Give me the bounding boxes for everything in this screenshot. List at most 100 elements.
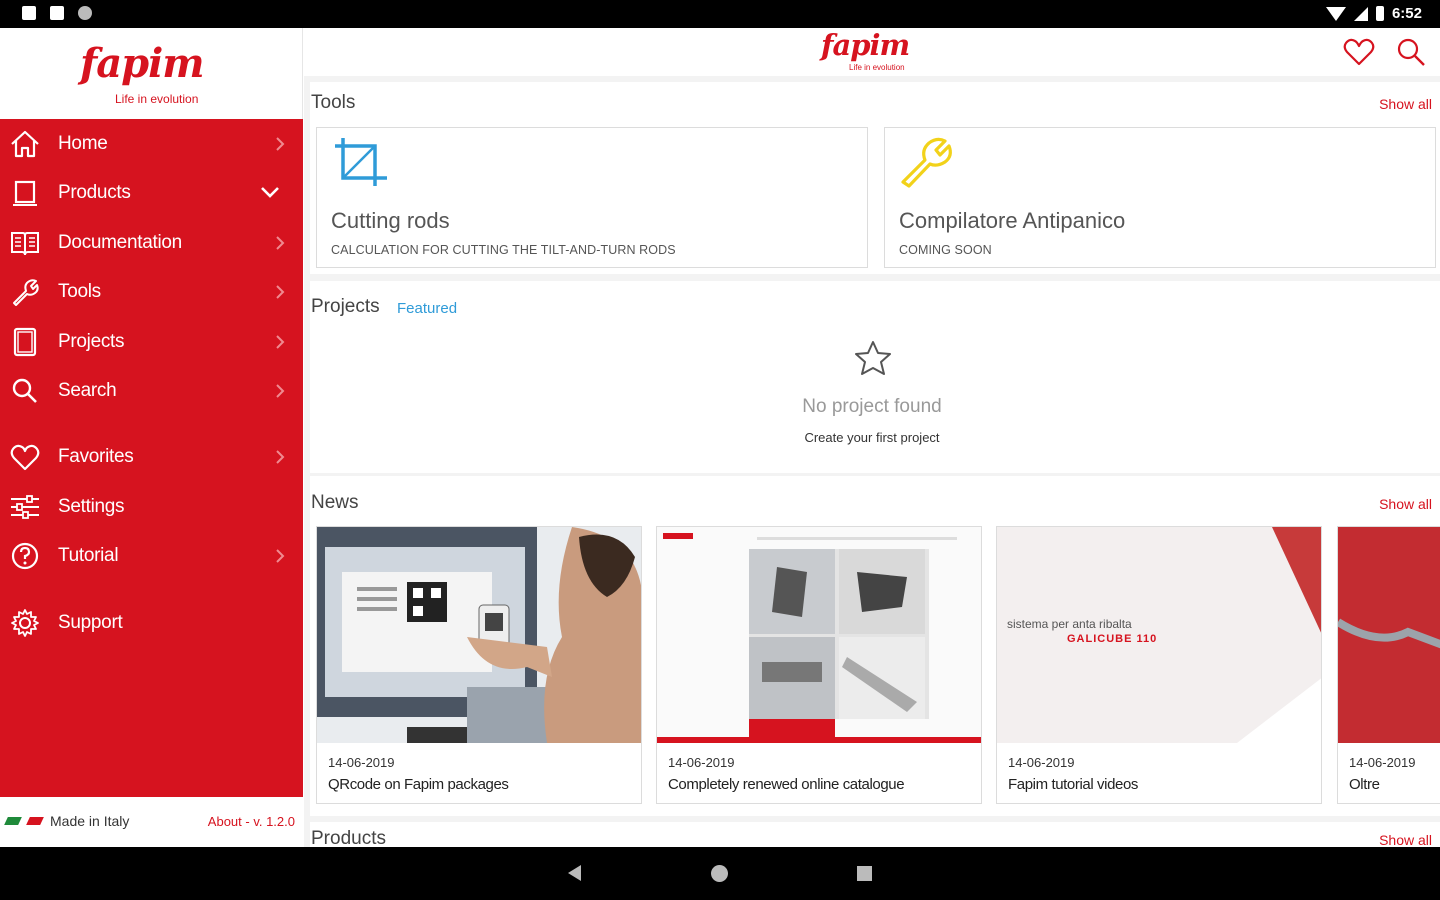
sidebar-item-label: Search xyxy=(58,380,117,401)
heart-icon xyxy=(10,444,40,471)
header-logo: fapim xyxy=(821,28,910,62)
tool-card-subtitle: COMING SOON xyxy=(899,243,992,257)
header-tagline: Life in evolution xyxy=(849,63,905,72)
news-section: News Show all 14-06-2019 QRcode on Fapim… xyxy=(310,476,1440,816)
italy-flag-red-icon xyxy=(26,817,44,825)
sidebar-item-search[interactable]: Search xyxy=(0,368,303,414)
sidebar-item-label: Tutorial xyxy=(58,545,119,566)
news-title: News xyxy=(311,492,359,513)
home-button-icon[interactable] xyxy=(711,865,728,882)
news-photo xyxy=(657,527,981,743)
sidebar-item-label: Documentation xyxy=(58,232,182,253)
top-bar: fapim Life in evolution xyxy=(304,28,1440,76)
favorites-heart-icon[interactable] xyxy=(1342,37,1376,67)
news-show-all[interactable]: Show all xyxy=(1379,496,1432,512)
sidebar-item-settings[interactable]: Settings xyxy=(0,484,303,530)
news-photo xyxy=(317,527,641,743)
wrench-icon xyxy=(901,137,952,188)
wifi-icon xyxy=(1325,6,1346,21)
tool-card-title: Cutting rods xyxy=(331,208,450,233)
news-card-qrcode[interactable]: 14-06-2019 QRcode on Fapim packages xyxy=(316,526,642,804)
sidebar-item-tools[interactable]: Tools xyxy=(0,269,303,315)
app-window: fapim Life in evolution Home Products Do… xyxy=(0,28,1440,847)
recent-apps-icon[interactable] xyxy=(857,866,872,881)
tools-show-all[interactable]: Show all xyxy=(1379,96,1432,112)
search-icon[interactable] xyxy=(1396,37,1426,67)
sidebar-item-label: Support xyxy=(58,612,123,633)
sidebar-item-label: Home xyxy=(58,133,108,154)
news-background xyxy=(997,527,1321,743)
notification-icon xyxy=(22,6,36,20)
news-title: Fapim tutorial videos xyxy=(1008,776,1138,793)
news-image-catalogue xyxy=(657,527,981,743)
empty-projects-title: No project found xyxy=(802,396,942,417)
news-date: 14-06-2019 xyxy=(668,755,735,770)
sidebar-logo: fapim Life in evolution xyxy=(0,28,302,119)
chevron-right-icon xyxy=(276,285,285,299)
sidebar-item-label: Projects xyxy=(58,331,125,352)
chevron-right-icon xyxy=(276,137,285,151)
news-card-catalogue[interactable]: 14-06-2019 Completely renewed online cat… xyxy=(656,526,982,804)
news-image-tutorial-videos: sistema per anta ribalta GALICUBE 110 xyxy=(997,527,1321,743)
chevron-right-icon xyxy=(276,384,285,398)
sidebar-item-support[interactable]: Support xyxy=(0,600,303,646)
made-in-italy: Made in Italy xyxy=(50,813,130,829)
sidebar-item-products[interactable]: Products xyxy=(0,170,303,216)
sidebar-item-tutorial[interactable]: Tutorial xyxy=(0,533,303,579)
news-title: QRcode on Fapim packages xyxy=(328,776,509,793)
main-content: fapim Life in evolution Tools Show all C… xyxy=(304,28,1440,847)
sync-icon xyxy=(78,6,92,20)
create-project-link[interactable]: Create your first project xyxy=(310,430,1434,445)
tool-card-title: Compilatore Antipanico xyxy=(899,208,1126,233)
tool-card-subtitle: CALCULATION FOR CUTTING THE TILT-AND-TUR… xyxy=(331,243,676,257)
brand-logo: fapim xyxy=(80,40,205,87)
about-link[interactable]: About - v. 1.2.0 xyxy=(208,814,295,829)
tools-section: Tools Show all Cutting rods CALCULATION … xyxy=(310,82,1440,274)
back-icon[interactable] xyxy=(568,865,581,881)
products-title: Products xyxy=(311,828,386,847)
projects-icon xyxy=(13,327,37,357)
search-icon xyxy=(12,378,37,403)
news-title: Oltre xyxy=(1349,776,1380,793)
products-show-all[interactable]: Show all xyxy=(1379,832,1432,847)
battery-icon xyxy=(1375,6,1384,21)
wrench-icon xyxy=(13,279,39,306)
sidebar-item-label: Products xyxy=(58,182,131,203)
sidebar-item-home[interactable]: Home xyxy=(0,121,303,167)
news-date: 14-06-2019 xyxy=(1349,755,1416,770)
products-icon xyxy=(13,180,37,206)
news-card-tutorial-videos[interactable]: sistema per anta ribalta GALICUBE 110 14… xyxy=(996,526,1322,804)
news-image-oltre xyxy=(1338,527,1440,743)
chevron-right-icon xyxy=(276,549,285,563)
projects-section: Projects Featured No project found Creat… xyxy=(310,281,1440,473)
news-date: 14-06-2019 xyxy=(328,755,395,770)
tool-card-cutting-rods[interactable]: Cutting rods CALCULATION FOR CUTTING THE… xyxy=(316,127,868,268)
sd-card-icon xyxy=(50,6,64,20)
news-image-qrcode xyxy=(317,527,641,743)
news-title: Completely renewed online catalogue xyxy=(668,776,905,793)
clock: 6:52 xyxy=(1391,5,1422,22)
sidebar-menu: Home Products Documentation Tools Projec… xyxy=(0,119,303,797)
sidebar-item-label: Favorites xyxy=(58,446,134,467)
chevron-right-icon xyxy=(276,335,285,349)
home-icon xyxy=(11,130,39,158)
sidebar: fapim Life in evolution Home Products Do… xyxy=(0,28,303,847)
news-card-oltre[interactable]: 14-06-2019 Oltre xyxy=(1337,526,1440,804)
chevron-right-icon xyxy=(276,236,285,250)
sliders-icon xyxy=(11,495,39,519)
book-icon xyxy=(11,232,39,256)
sidebar-item-favorites[interactable]: Favorites xyxy=(0,434,303,480)
status-bar: 6:52 xyxy=(0,0,1440,28)
sidebar-item-label: Tools xyxy=(58,281,101,302)
sidebar-item-projects[interactable]: Projects xyxy=(0,319,303,365)
star-icon xyxy=(855,341,891,375)
brand-tagline: Life in evolution xyxy=(115,92,199,106)
system-nav-bar xyxy=(0,847,1440,900)
chevron-right-icon xyxy=(276,450,285,464)
projects-featured-filter[interactable]: Featured xyxy=(397,300,457,317)
products-section: Products Show all xyxy=(310,822,1440,847)
tool-card-compilatore-antipanico[interactable]: Compilatore Antipanico COMING SOON xyxy=(884,127,1436,268)
gear-icon xyxy=(11,609,39,637)
sidebar-item-documentation[interactable]: Documentation xyxy=(0,220,303,266)
help-icon xyxy=(11,542,39,570)
